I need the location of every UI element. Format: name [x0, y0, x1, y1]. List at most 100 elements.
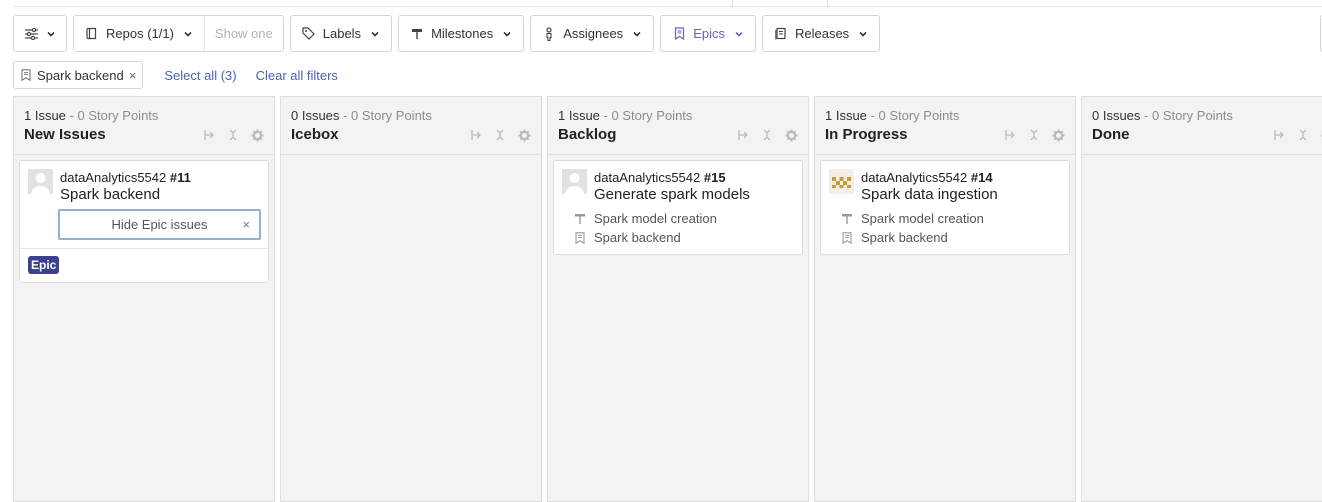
column-new-issues: 1 Issue - 0 Story Points New Issues data… [13, 96, 275, 502]
column-header: 0 Issues - 0 Story Points Icebox [281, 97, 541, 155]
issue-count: 1 Issue [24, 108, 66, 123]
collapse-icon[interactable] [202, 128, 216, 142]
collapse-icon[interactable] [1272, 128, 1286, 142]
repo-name: dataAnalytics5542 [594, 170, 701, 185]
minimize-icon[interactable] [1027, 128, 1041, 142]
column-header: 1 Issue - 0 Story Points Backlog [548, 97, 808, 155]
minimize-icon[interactable] [493, 128, 507, 142]
epic-filter-chip-label: Spark backend [37, 67, 124, 83]
active-filters: Spark backend × Select all (3) Clear all… [13, 61, 338, 89]
epic-icon [21, 69, 31, 81]
issue-epic[interactable]: Spark backend [572, 228, 717, 247]
epic-icon [672, 27, 686, 41]
minimize-icon[interactable] [760, 128, 774, 142]
repos-filter-group: Repos (1/1) Show one [73, 15, 284, 52]
issue-count: 1 Issue [825, 108, 867, 123]
column-done: 0 Issues - 0 Story Points Done [1081, 96, 1322, 502]
issue-details: Spark model creation Spark backend [839, 209, 984, 247]
story-points: - 0 Story Points [343, 108, 432, 123]
column-meta: 1 Issue - 0 Story Points [24, 108, 264, 123]
issue-number[interactable]: #15 [704, 170, 726, 185]
repos-filter-button[interactable]: Repos (1/1) [74, 16, 204, 51]
chevron-down-icon [632, 29, 642, 39]
top-tab-strip [0, 0, 1322, 7]
epics-filter-label: Epics [693, 26, 725, 41]
chevron-down-icon [46, 29, 56, 39]
chevron-down-icon [858, 29, 868, 39]
column-in-progress: 1 Issue - 0 Story Points In Progress dat… [814, 96, 1076, 502]
board-settings-button[interactable] [13, 15, 67, 52]
issue-number[interactable]: #11 [170, 170, 191, 185]
issue-milestone[interactable]: Spark model creation [572, 209, 717, 228]
issue-number[interactable]: #14 [971, 170, 993, 185]
collapse-icon[interactable] [736, 128, 750, 142]
assignees-filter-button[interactable]: Assignees [530, 15, 655, 52]
releases-filter-label: Releases [794, 26, 850, 41]
collapse-icon[interactable] [469, 128, 483, 142]
avatar [829, 169, 854, 194]
hide-epic-issues-button[interactable]: Hide Epic issues × [58, 209, 261, 240]
issue-card[interactable]: dataAnalytics5542 #14 Spark data ingesti… [820, 160, 1070, 255]
milestone-signpost-icon [410, 27, 424, 41]
repo-name: dataAnalytics5542 [861, 170, 968, 185]
gear-icon[interactable] [784, 128, 798, 142]
story-points: - 0 Story Points [870, 108, 960, 123]
clear-all-filters-link[interactable]: Clear all filters [256, 68, 338, 83]
issue-details: Spark model creation Spark backend [572, 209, 717, 247]
chevron-down-icon [370, 29, 380, 39]
epics-filter-button[interactable]: Epics [660, 15, 756, 52]
tag-icon [302, 27, 316, 41]
close-icon[interactable]: × [129, 68, 137, 83]
top-tab[interactable] [732, 0, 828, 7]
issue-card[interactable]: dataAnalytics5542 #11 Spark backend Hide… [19, 160, 269, 283]
epic-badge: Epic [28, 256, 60, 274]
column-actions [736, 128, 798, 142]
issue-repo: dataAnalytics5542 #11 [60, 170, 191, 185]
issue-card[interactable]: dataAnalytics5542 #15 Generate spark mod… [553, 160, 803, 255]
issue-title[interactable]: Spark backend [60, 186, 160, 203]
issue-title[interactable]: Spark data ingestion [861, 186, 998, 203]
column-icebox: 0 Issues - 0 Story Points Icebox [280, 96, 542, 502]
gear-icon[interactable] [250, 128, 264, 142]
issue-count: 1 Issue [558, 108, 600, 123]
gear-icon[interactable] [517, 128, 531, 142]
collapse-icon[interactable] [1003, 128, 1017, 142]
gear-icon[interactable] [1051, 128, 1065, 142]
chevron-down-icon [183, 29, 193, 39]
column-backlog: 1 Issue - 0 Story Points Backlog dataAna… [547, 96, 809, 502]
column-actions [469, 128, 531, 142]
epic-label: Spark backend [861, 230, 948, 245]
labels-filter-button[interactable]: Labels [289, 15, 393, 52]
issue-milestone[interactable]: Spark model creation [839, 209, 984, 228]
column-actions [1003, 128, 1065, 142]
epic-icon [839, 231, 855, 245]
issue-count: 0 Issues [1092, 108, 1141, 123]
select-all-link[interactable]: Select all (3) [164, 68, 236, 83]
minimize-icon[interactable] [226, 128, 240, 142]
close-icon[interactable]: × [242, 217, 250, 232]
avatar [562, 169, 587, 194]
show-one-button[interactable]: Show one [203, 16, 283, 51]
issue-epic[interactable]: Spark backend [839, 228, 984, 247]
filter-toolbar: Repos (1/1) Show one Labels Milestones A… [13, 15, 881, 52]
milestone-signpost-icon [839, 212, 855, 226]
milestones-filter-button[interactable]: Milestones [398, 15, 525, 52]
kanban-board: 1 Issue - 0 Story Points New Issues data… [13, 96, 1322, 502]
issue-count: 0 Issues [291, 108, 340, 123]
tab-strip-line-right [828, 6, 1322, 7]
releases-filter-button[interactable]: Releases [761, 15, 881, 52]
card-divider [20, 248, 268, 249]
epic-filter-chip[interactable]: Spark backend × [13, 61, 144, 89]
column-header: 1 Issue - 0 Story Points New Issues [14, 97, 274, 155]
book-icon [85, 27, 99, 41]
issue-title[interactable]: Generate spark models [594, 186, 750, 203]
column-actions [1272, 128, 1322, 142]
epic-label: Spark backend [594, 230, 681, 245]
column-meta: 0 Issues - 0 Story Points [291, 108, 531, 123]
story-points: - 0 Story Points [603, 108, 693, 123]
column-meta: 1 Issue - 0 Story Points [825, 108, 1065, 123]
column-actions [202, 128, 264, 142]
minimize-icon[interactable] [1296, 128, 1310, 142]
story-points: - 0 Story Points [1144, 108, 1233, 123]
tab-strip-line-left [14, 6, 732, 7]
